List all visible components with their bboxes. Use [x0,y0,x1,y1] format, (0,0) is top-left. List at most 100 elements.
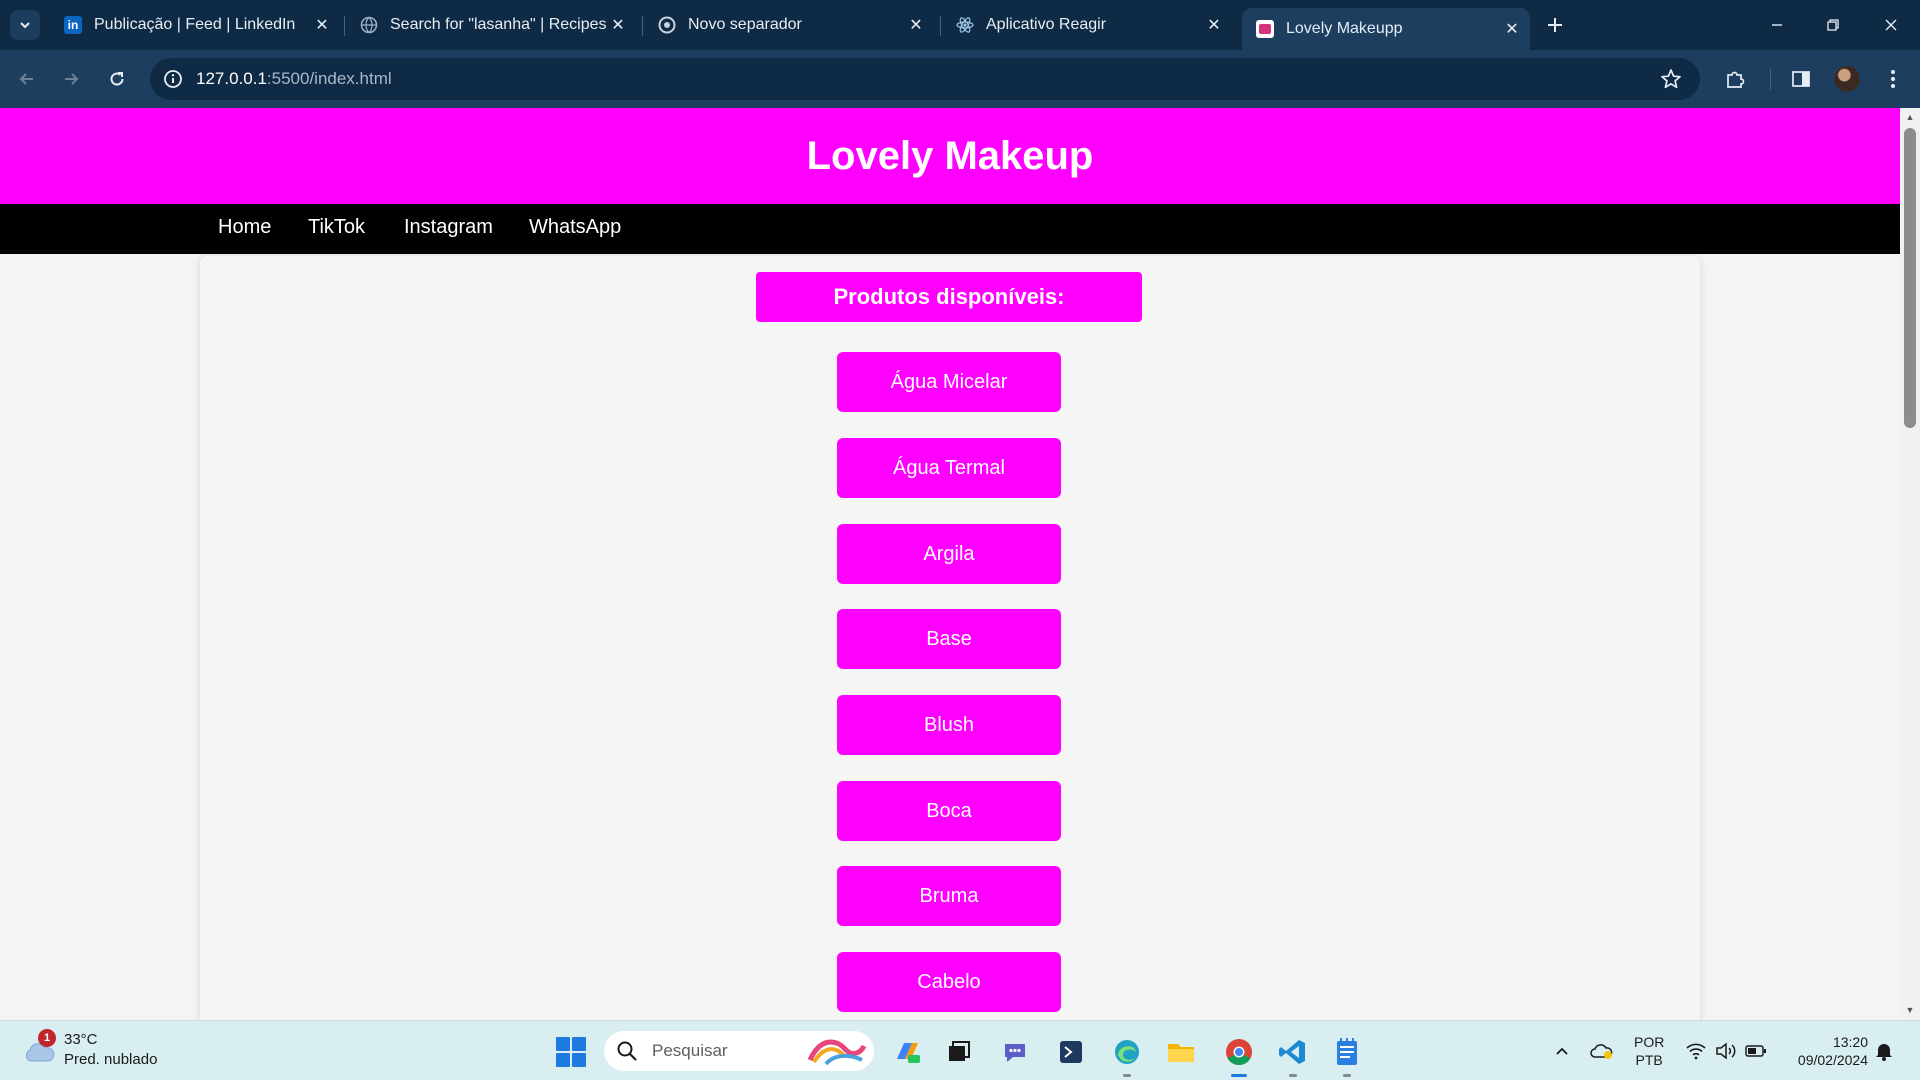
close-tab-icon[interactable]: ✕ [606,13,630,37]
product-button-boca[interactable]: Boca [837,781,1061,841]
close-tab-icon[interactable]: ✕ [904,13,928,37]
extensions-button[interactable] [1722,66,1748,92]
taskbar-app-chrome[interactable] [1222,1035,1256,1077]
start-button[interactable] [556,1037,586,1067]
copilot-icon [897,1043,920,1063]
folder-icon [1168,1044,1194,1062]
tab-title: Search for "lasanha" | Recipes [390,16,606,33]
close-window-button[interactable] [1878,12,1904,38]
search-highlight-icon [807,1039,867,1066]
edge-icon [1115,1040,1139,1064]
taskbar-app-copilot[interactable] [890,1035,924,1069]
tab-separator [940,16,941,36]
address-bar[interactable]: 127.0.0.1:5500/index.html [150,58,1700,100]
tab-search-button[interactable] [10,10,40,40]
active-indicator [1231,1074,1247,1077]
taskbar-app-edge[interactable] [1110,1035,1144,1077]
close-icon [1885,19,1897,31]
products-heading: Produtos disponíveis: [756,272,1142,322]
minimize-icon [1772,24,1782,26]
battery-icon [1745,1045,1766,1057]
product-button-base[interactable]: Base [837,609,1061,669]
product-button-blush[interactable]: Blush [837,695,1061,755]
forward-button[interactable] [56,64,86,94]
weather-widget[interactable]: 1 33°C Pred. nublado [22,1029,202,1073]
browser-tab-react[interactable]: Aplicativo Reagir ✕ [942,8,1232,42]
kebab-menu-icon [1891,70,1895,88]
scrollbar-thumb[interactable] [1904,128,1916,428]
product-button-agua-micelar[interactable]: Água Micelar [837,352,1061,412]
product-button-agua-termal[interactable]: Água Termal [837,438,1061,498]
browser-tab-lovely-makeupp[interactable]: Lovely Makeupp ✕ [1242,8,1530,50]
toolbar-divider [1770,68,1771,90]
taskbar-app-chat[interactable] [998,1035,1032,1069]
tab-title: Novo separador [688,16,802,33]
site-nav: Home TikTok Instagram WhatsApp [0,204,1900,254]
system-clock[interactable]: 13:20 09/02/2024 [1786,1033,1868,1069]
side-panel-button[interactable] [1788,66,1814,92]
page-viewport: Lovely Makeup Home TikTok Instagram What… [0,108,1900,1020]
nav-link-tiktok[interactable]: TikTok [308,216,365,239]
browser-toolbar: 127.0.0.1:5500/index.html [0,50,1920,108]
products-card: Produtos disponíveis: Água Micelar Água … [200,256,1700,1020]
reload-icon [110,72,124,86]
taskbar-app-file-explorer[interactable] [1164,1035,1198,1069]
terminal-icon [1060,1041,1082,1063]
keyboard-layout: PTB [1635,1052,1663,1068]
page-scrollbar[interactable]: ▲ ▼ [1900,108,1920,1020]
profile-avatar[interactable] [1834,66,1860,92]
globe-icon [360,16,378,34]
site-info-icon[interactable] [162,68,184,90]
minimize-button[interactable] [1764,12,1790,38]
reload-button[interactable] [102,64,132,94]
nav-link-instagram[interactable]: Instagram [404,216,493,239]
chevron-up-icon [1556,1047,1568,1055]
wifi-tray-icon[interactable] [1684,1039,1708,1063]
onedrive-tray-icon[interactable] [1590,1039,1614,1063]
close-tab-icon[interactable]: ✕ [310,13,334,37]
windows-logo-pane [572,1053,586,1067]
tab-separator [344,16,345,36]
close-tab-icon[interactable]: ✕ [1500,17,1524,41]
windows-taskbar: 1 33°C Pred. nublado Pesquisar POR PTB 1… [0,1020,1920,1080]
menu-button[interactable] [1880,66,1906,92]
taskbar-app-vscode[interactable] [1276,1035,1310,1077]
product-button-bruma[interactable]: Bruma [837,866,1061,926]
cloud-warning-icon [1590,1044,1613,1059]
product-button-argila[interactable]: Argila [837,524,1061,584]
nav-link-home[interactable]: Home [218,216,271,239]
url-host: 127.0.0.1 [196,69,267,88]
weather-condition: Pred. nublado [64,1051,158,1068]
react-icon [956,16,974,34]
taskbar-search[interactable]: Pesquisar [604,1031,874,1071]
plus-icon [1548,18,1562,32]
taskbar-app-terminal[interactable] [1054,1035,1088,1069]
back-button[interactable] [12,64,42,94]
browser-tab-new[interactable]: Novo separador ✕ [644,8,934,42]
site-icon [1256,20,1274,38]
input-language[interactable]: POR PTB [1634,1033,1664,1069]
product-button-cabelo[interactable]: Cabelo [837,952,1061,1012]
site-title: Lovely Makeup [806,133,1094,178]
windows-logo-pane [556,1037,570,1051]
show-hidden-icons-button[interactable] [1550,1039,1574,1063]
browser-tab-linkedin[interactable]: in Publicação | Feed | LinkedIn ✕ [50,8,340,42]
running-indicator [1289,1074,1297,1077]
close-tab-icon[interactable]: ✕ [1202,13,1226,37]
taskbar-app-task-view[interactable] [942,1035,976,1069]
battery-tray-icon[interactable] [1744,1039,1768,1063]
bookmark-star-icon[interactable] [1660,68,1682,90]
taskbar-app-notepad[interactable] [1330,1035,1364,1077]
volume-tray-icon[interactable] [1714,1039,1738,1063]
restore-button[interactable] [1820,12,1846,38]
new-tab-button[interactable] [1542,12,1568,38]
chrome-icon [658,16,676,34]
browser-tab-recipes[interactable]: Search for "lasanha" | Recipes ✕ [346,8,636,42]
nav-link-whatsapp[interactable]: WhatsApp [529,216,621,239]
tab-title: Publicação | Feed | LinkedIn [94,16,296,33]
tab-title: Lovely Makeupp [1286,20,1403,37]
scroll-down-arrow[interactable]: ▼ [1904,1004,1916,1016]
tab-separator [642,16,643,36]
scroll-up-arrow[interactable]: ▲ [1904,111,1916,123]
notifications-button[interactable] [1872,1039,1896,1063]
